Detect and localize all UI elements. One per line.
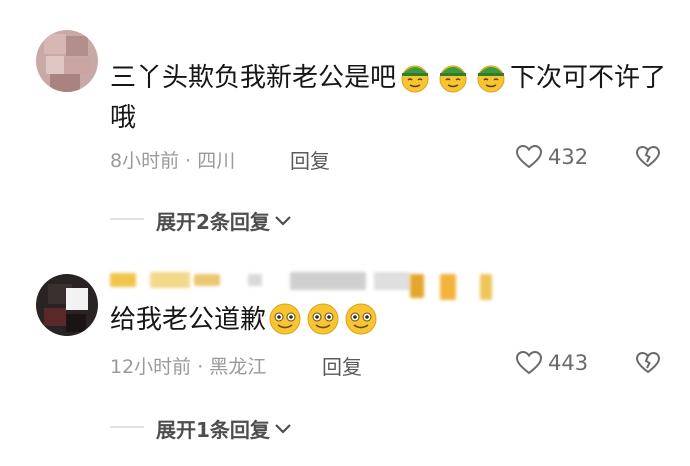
comment-text-before: 三丫头欺负我新老公是吧 — [110, 63, 397, 93]
divider-line — [110, 426, 144, 428]
chevron-down-icon — [275, 215, 291, 226]
reply-button[interactable]: 回复 — [290, 145, 330, 174]
meta-dot: · — [197, 356, 204, 378]
expand-replies-label: 展开2条回复 — [156, 210, 270, 234]
smile-emoji-icon — [269, 303, 301, 335]
comment-location: 黑龙江 — [209, 356, 267, 378]
like-count: 443 — [548, 351, 589, 375]
smile-emoji-icon — [307, 303, 339, 335]
comment-text: 给我老公道歉 — [110, 300, 670, 340]
expand-replies-button[interactable]: 展开2条回复 — [156, 206, 292, 235]
like-count: 432 — [548, 145, 589, 169]
expand-replies-label: 展开1条回复 — [156, 418, 270, 442]
heart-icon — [516, 351, 542, 375]
avatar[interactable] — [36, 30, 98, 92]
comment-time: 12小时前 — [110, 356, 192, 378]
helmet-smile-emoji-icon — [439, 65, 467, 93]
like-button[interactable]: 432 — [516, 145, 588, 169]
meta-dot: · — [185, 150, 192, 172]
expand-replies-button[interactable]: 展开1条回复 — [156, 414, 292, 443]
comment-meta: 12小时前 · 黑龙江 — [110, 352, 266, 379]
smile-emoji-icon — [345, 303, 377, 335]
comment-text-before: 给我老公道歉 — [110, 305, 267, 335]
comment-text: 三丫头欺负我新老公是吧 下次可不许了哦 — [110, 58, 670, 138]
reply-button[interactable]: 回复 — [322, 351, 362, 380]
broken-heart-icon[interactable] — [636, 352, 660, 374]
comment-meta: 8小时前 · 四川 — [110, 146, 235, 173]
comment-location: 四川 — [197, 150, 236, 172]
helmet-smile-emoji-icon — [477, 65, 505, 93]
helmet-smile-emoji-icon — [401, 65, 429, 93]
broken-heart-icon[interactable] — [636, 146, 660, 168]
avatar[interactable] — [36, 274, 98, 336]
heart-icon — [516, 145, 542, 169]
comment-time: 8小时前 — [110, 150, 180, 172]
divider-line — [110, 218, 144, 220]
like-button[interactable]: 443 — [516, 351, 588, 375]
chevron-down-icon — [275, 423, 291, 434]
